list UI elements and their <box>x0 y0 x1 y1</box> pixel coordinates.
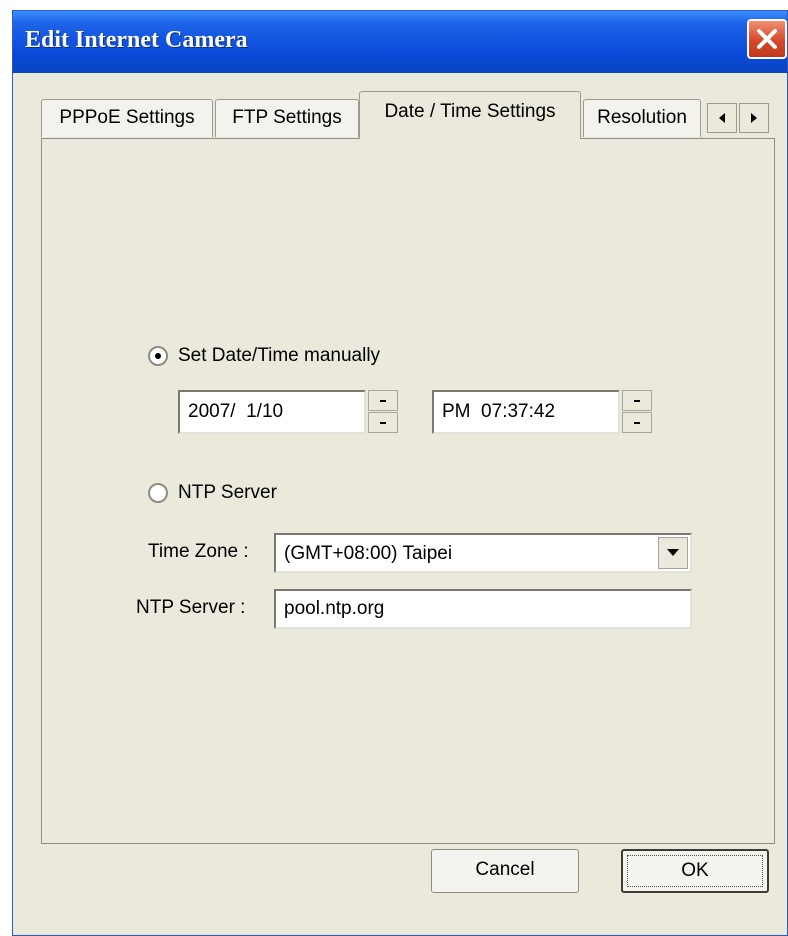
arrow-right-icon <box>751 113 757 123</box>
spin-down-icon <box>634 422 640 424</box>
time-spin-up-button[interactable] <box>622 390 652 411</box>
tab-scroll-left-button[interactable] <box>707 103 737 133</box>
tab-resolution[interactable]: Resolution <box>583 99 701 137</box>
ntp-server-label: NTP Server : <box>136 597 246 618</box>
cancel-button[interactable]: Cancel <box>431 849 579 893</box>
arrow-left-icon <box>719 113 725 123</box>
time-zone-select[interactable]: (GMT+08:00) Taipei <box>274 533 692 573</box>
tab-date-time-settings[interactable]: Date / Time Settings <box>359 91 581 139</box>
ntp-server-value: pool.ntp.org <box>284 598 385 619</box>
date-time-panel: Set Date/Time manually 2007/ 1/10 PM 07:… <box>41 138 775 844</box>
tab-ftp-settings[interactable]: FTP Settings <box>215 99 359 137</box>
tab-scroll-right-button[interactable] <box>739 103 769 133</box>
spin-up-icon <box>380 400 386 402</box>
time-value: PM 07:37:42 <box>442 401 556 422</box>
spin-down-icon <box>380 422 386 424</box>
time-zone-dropdown-button[interactable] <box>658 537 688 569</box>
close-icon <box>757 29 777 49</box>
ntp-server-input[interactable]: pool.ntp.org <box>274 589 692 629</box>
time-zone-label: Time Zone : <box>148 541 249 562</box>
time-field[interactable]: PM 07:37:42 <box>432 390 620 434</box>
ok-button[interactable]: OK <box>621 849 769 893</box>
window-title: Edit Internet Camera <box>25 27 248 53</box>
spin-up-icon <box>634 400 640 402</box>
close-button[interactable] <box>747 19 787 59</box>
chevron-down-icon <box>667 549 679 556</box>
ntp-radio-label[interactable]: NTP Server <box>178 482 277 504</box>
radio-selected-dot <box>155 353 161 359</box>
tab-pppoe-settings[interactable]: PPPoE Settings <box>41 99 213 137</box>
date-spinner <box>368 390 398 434</box>
date-value: 2007/ 1/10 <box>188 401 284 422</box>
edit-camera-dialog: Edit Internet Camera PPPoE Settings FTP … <box>12 10 788 936</box>
date-spin-up-button[interactable] <box>368 390 398 411</box>
date-spin-down-button[interactable] <box>368 412 398 433</box>
time-spin-down-button[interactable] <box>622 412 652 433</box>
focus-rectangle <box>627 855 763 887</box>
date-field[interactable]: 2007/ 1/10 <box>178 390 366 434</box>
title-bar[interactable]: Edit Internet Camera <box>13 11 787 73</box>
time-zone-value: (GMT+08:00) Taipei <box>284 543 453 564</box>
manual-radio-label[interactable]: Set Date/Time manually <box>178 345 380 367</box>
ntp-radio[interactable] <box>148 483 168 503</box>
time-spinner <box>622 390 652 434</box>
manual-radio[interactable] <box>148 346 168 366</box>
